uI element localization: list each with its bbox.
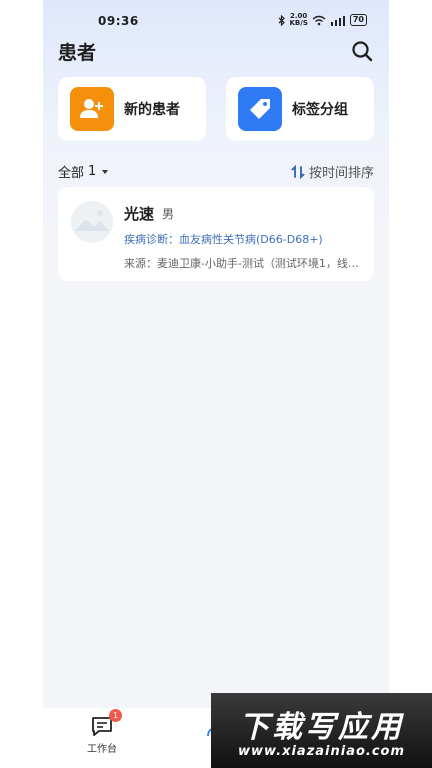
sort-button[interactable]: 按时间排序 — [291, 162, 374, 181]
bluetooth-icon — [278, 14, 285, 26]
patient-source: 来源：麦迪卫康-小助手-测试（测试环境1，线… — [124, 257, 359, 270]
net-speed-unit: KB/S — [289, 19, 308, 27]
nav-workbench[interactable]: 1 工作台 — [62, 709, 142, 755]
signal-icon — [330, 15, 345, 26]
sort-label: 按时间排序 — [308, 166, 374, 181]
filter-label: 全部 — [58, 166, 85, 181]
new-patient-button[interactable]: 新的患者 — [58, 77, 206, 141]
phone-screen: 09:36 2.00 KB/S 70 患者 新的患者 标签分组 全部 1 按时间… — [43, 0, 389, 768]
wifi-icon — [312, 15, 326, 25]
search-icon[interactable] — [351, 40, 373, 62]
caret-down-icon — [102, 169, 109, 174]
filter-dropdown[interactable]: 全部 1 — [58, 162, 109, 181]
sort-icon — [291, 164, 305, 179]
filter-count: 1 — [88, 164, 97, 179]
tag-group-label: 标签分组 — [292, 102, 348, 118]
new-patient-label: 新的患者 — [124, 102, 180, 118]
net-speed: 2.00 KB/S — [290, 13, 308, 27]
patient-diagnosis: 疾病诊断：血友病性关节病(D66-D68+) — [124, 233, 323, 246]
tag-icon — [238, 87, 282, 131]
patient-name: 光速 — [124, 205, 155, 223]
watermark-url: www.xiazainiao.com — [237, 744, 406, 759]
status-icons: 2.00 KB/S 70 — [278, 13, 367, 27]
avatar — [71, 201, 113, 243]
patient-card[interactable]: 光速 男 疾病诊断：血友病性关节病(D66-D68+) 来源：麦迪卫康-小助手-… — [58, 187, 374, 281]
filter-row: 全部 1 按时间排序 — [58, 160, 374, 181]
status-time: 09:36 — [98, 14, 139, 28]
avatar-placeholder-icon — [71, 201, 113, 243]
workbench-badge: 1 — [109, 709, 122, 722]
watermark-logo: 下载写应用 www.xiazainiao.com — [211, 693, 432, 768]
status-bar: 09:36 2.00 KB/S 70 — [43, 0, 389, 40]
battery-indicator: 70 — [349, 14, 367, 26]
patient-gender: 男 — [162, 207, 175, 221]
page-title: 患者 — [58, 42, 97, 64]
watermark-title: 下载写应用 — [239, 710, 404, 745]
tag-group-button[interactable]: 标签分组 — [226, 77, 374, 141]
nav-workbench-label: 工作台 — [87, 744, 117, 755]
add-person-icon — [70, 87, 114, 131]
